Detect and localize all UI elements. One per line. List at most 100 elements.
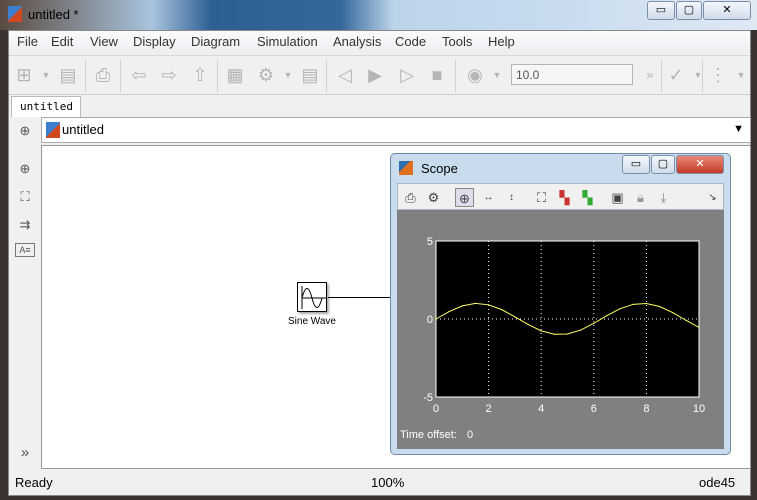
save-axes-icon[interactable]: ▚ [555, 188, 574, 207]
library-browser-icon[interactable]: ▦ [224, 64, 246, 86]
zoom-x-icon[interactable]: ↔ [479, 188, 498, 207]
data-point [672, 312, 674, 314]
y-tick-label: 0 [427, 314, 433, 326]
chevron-down-icon[interactable]: ▼ [486, 64, 508, 86]
hide-browser-icon[interactable]: ⊕ [15, 121, 35, 141]
y-tick-label: 5 [427, 236, 433, 248]
data-point [474, 302, 477, 304]
stop-time-input[interactable]: 10.0 [511, 64, 633, 85]
chevron-down-icon[interactable]: ▼ [733, 123, 744, 135]
save-icon[interactable]: ▤ [57, 64, 79, 86]
scope-window: Scope ▭ ▢ ✕ ⎙ ⚙ ⊕ ↔ ↕ ⛶ ▚ ▚ ▣ 🔒︎ ⤓ ↘ 0 2 4… [390, 153, 731, 455]
scope-minimize-button[interactable]: ▭ [622, 155, 650, 174]
step-forward-icon[interactable]: ▷ [396, 64, 418, 86]
tab-untitled[interactable]: untitled [11, 96, 81, 117]
data-point [632, 303, 634, 305]
menu-display[interactable]: Display [133, 34, 176, 49]
print-icon[interactable]: ⎙ [92, 64, 114, 86]
data-point [540, 330, 542, 332]
data-point [501, 309, 503, 311]
sine-wave-block[interactable] [297, 282, 327, 312]
data-point [435, 318, 437, 320]
data-point [448, 310, 450, 313]
time-offset-value: 0 [467, 429, 474, 441]
menu-edit[interactable]: Edit [51, 34, 73, 49]
chevron-down-icon[interactable]: ▼ [687, 64, 709, 86]
data-point [566, 333, 569, 335]
sine-icon [301, 286, 326, 309]
data-point [514, 316, 516, 318]
data-point [645, 302, 647, 305]
step-back-icon[interactable]: ◁ [334, 64, 356, 86]
menu-help[interactable]: Help [488, 34, 515, 49]
solver-label: ode45 [699, 475, 736, 490]
zoom-in-icon[interactable]: ⊕ [455, 188, 474, 207]
route-lines-icon[interactable]: ⇉ [15, 215, 35, 235]
run-icon[interactable]: ▶ [364, 64, 386, 86]
scope-close-button[interactable]: ✕ [676, 155, 724, 174]
print-icon[interactable]: ⎙ [401, 188, 420, 207]
close-button[interactable]: ✕ [703, 1, 751, 20]
data-point [698, 326, 700, 329]
model-icon [46, 122, 60, 138]
menu-code[interactable]: Code [395, 34, 426, 49]
status-text: Ready [15, 475, 53, 490]
menu-file[interactable]: File [17, 34, 38, 49]
palette-more[interactable]: » [15, 443, 35, 463]
signal-line[interactable] [328, 297, 392, 298]
chevron-down-icon[interactable]: ▼ [730, 64, 752, 86]
window-title: untitled * [28, 7, 79, 22]
scope-maximize-button[interactable]: ▢ [651, 155, 675, 174]
minimize-button[interactable]: ▭ [647, 1, 675, 20]
stop-icon[interactable]: ■ [426, 64, 448, 86]
x-tick-label: 4 [538, 403, 544, 415]
check-icon[interactable]: ✓ [665, 64, 687, 86]
toolbar: ⊞ ▼ ▤ ⎙ ⇦ ⇨ ⇧ ▦ ⚙ ▼ ▤ ◁ ▶ ▷ ■ ◉ ▼ 10.0 »… [9, 55, 750, 95]
menu-diagram[interactable]: Diagram [191, 34, 240, 49]
gear-icon[interactable]: ⚙ [424, 188, 443, 207]
model-explorer-icon[interactable]: ▤ [299, 64, 321, 86]
x-tick-label: 10 [693, 403, 705, 415]
forward-icon[interactable]: ⇨ [158, 64, 180, 86]
back-icon[interactable]: ⇦ [128, 64, 150, 86]
menu-analysis[interactable]: Analysis [333, 34, 381, 49]
up-icon[interactable]: ⇧ [189, 64, 211, 86]
block-label: Sine Wave [288, 316, 336, 327]
x-tick-label: 0 [433, 403, 439, 415]
maximize-button[interactable]: ▢ [676, 1, 702, 20]
menu-bar: File Edit View Display Diagram Simulatio… [9, 31, 750, 53]
data-point [461, 305, 463, 307]
toolbar-overflow[interactable]: » [639, 64, 661, 86]
chevron-down-icon[interactable]: ▼ [35, 64, 57, 86]
annotation-icon[interactable]: A≡ [15, 243, 35, 257]
scope-plot[interactable]: 0 2 4 6 8 1050-5 [397, 210, 724, 425]
status-bar: Ready 100% ode45 [9, 471, 750, 496]
x-tick-label: 8 [643, 403, 649, 415]
menu-view[interactable]: View [90, 34, 118, 49]
record-icon[interactable]: ◉ [464, 64, 486, 86]
scope-plot-panel: 0 2 4 6 8 10 5 0 -5 Time offset: 0 [397, 210, 724, 449]
zoom-y-icon[interactable]: ↕ [502, 188, 521, 207]
data-point [619, 308, 621, 310]
fit-to-view-icon[interactable]: ⛶ [15, 187, 35, 207]
zoom-icon[interactable]: ⊕ [15, 159, 35, 179]
data-point [488, 304, 490, 306]
menu-simulation[interactable]: Simulation [257, 34, 318, 49]
chevron-down-icon[interactable]: ▼ [277, 64, 299, 86]
address-label[interactable]: untitled [62, 122, 104, 137]
lock-icon[interactable]: 🔒︎ [631, 188, 650, 207]
autoscale-icon[interactable]: ⛶ [532, 188, 551, 207]
data-point [658, 305, 661, 308]
new-model-icon[interactable]: ⊞ [13, 64, 35, 86]
signal-selector-icon[interactable]: ⤓ [654, 188, 673, 207]
data-point [606, 314, 608, 317]
menu-tools[interactable]: Tools [442, 34, 472, 49]
build-icon[interactable]: ⋮ [707, 64, 729, 86]
address-bar[interactable]: untitled ▼ [41, 117, 751, 143]
floating-scope-icon[interactable]: ▣ [608, 188, 627, 207]
y-tick-label: -5 [423, 392, 433, 404]
expand-icon[interactable]: ↘ [703, 188, 722, 207]
restore-axes-icon[interactable]: ▚ [578, 188, 597, 207]
gear-icon[interactable]: ⚙ [255, 64, 277, 86]
simulink-icon [8, 6, 22, 22]
